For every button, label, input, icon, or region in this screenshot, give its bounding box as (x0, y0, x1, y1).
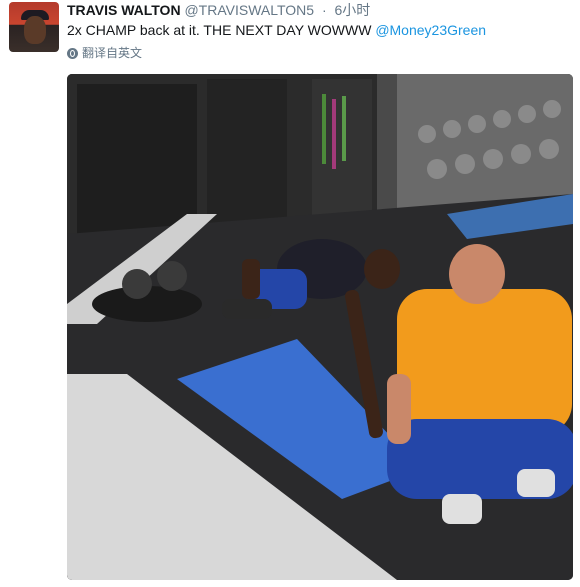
resistance-band (322, 94, 326, 164)
mention-link[interactable]: @Money23Green (375, 22, 486, 38)
shelf-unit (207, 79, 287, 229)
tweet-timestamp[interactable]: 6小时 (335, 2, 371, 18)
author-handle[interactable]: @TRAVISWALTON5 (184, 2, 314, 18)
tweet-header: TRAVIS WALTON @TRAVISWALTON5 · 6小时 (67, 1, 370, 19)
trainer-shoe (517, 469, 555, 497)
bag-storage (77, 84, 197, 234)
globe-icon (67, 47, 78, 59)
trainer-head (449, 244, 505, 304)
tweet-body: 2x CHAMP back at it. THE NEXT DAY WOWWW (67, 22, 376, 38)
resistance-band (342, 96, 346, 161)
translate-label: 翻译自英文 (82, 46, 143, 60)
trainer-arm (387, 374, 411, 444)
athlete-leg (242, 259, 260, 299)
avatar-face (24, 16, 46, 44)
header-separator: · (321, 2, 327, 18)
resistance-band (332, 99, 336, 169)
trainer-shoe (442, 494, 482, 524)
athlete-head (364, 249, 400, 289)
tweet-text: 2x CHAMP back at it. THE NEXT DAY WOWWW … (67, 20, 486, 40)
trainer-shirt (397, 289, 572, 434)
author-name[interactable]: TRAVIS WALTON (67, 2, 181, 18)
tweet-video[interactable] (67, 74, 573, 580)
kettlebell (122, 269, 152, 299)
avatar[interactable] (9, 2, 59, 52)
athlete-leg (222, 299, 272, 319)
translate-link[interactable]: 翻译自英文 (67, 45, 142, 61)
kettlebell (157, 261, 187, 291)
gym-scene (67, 74, 573, 580)
